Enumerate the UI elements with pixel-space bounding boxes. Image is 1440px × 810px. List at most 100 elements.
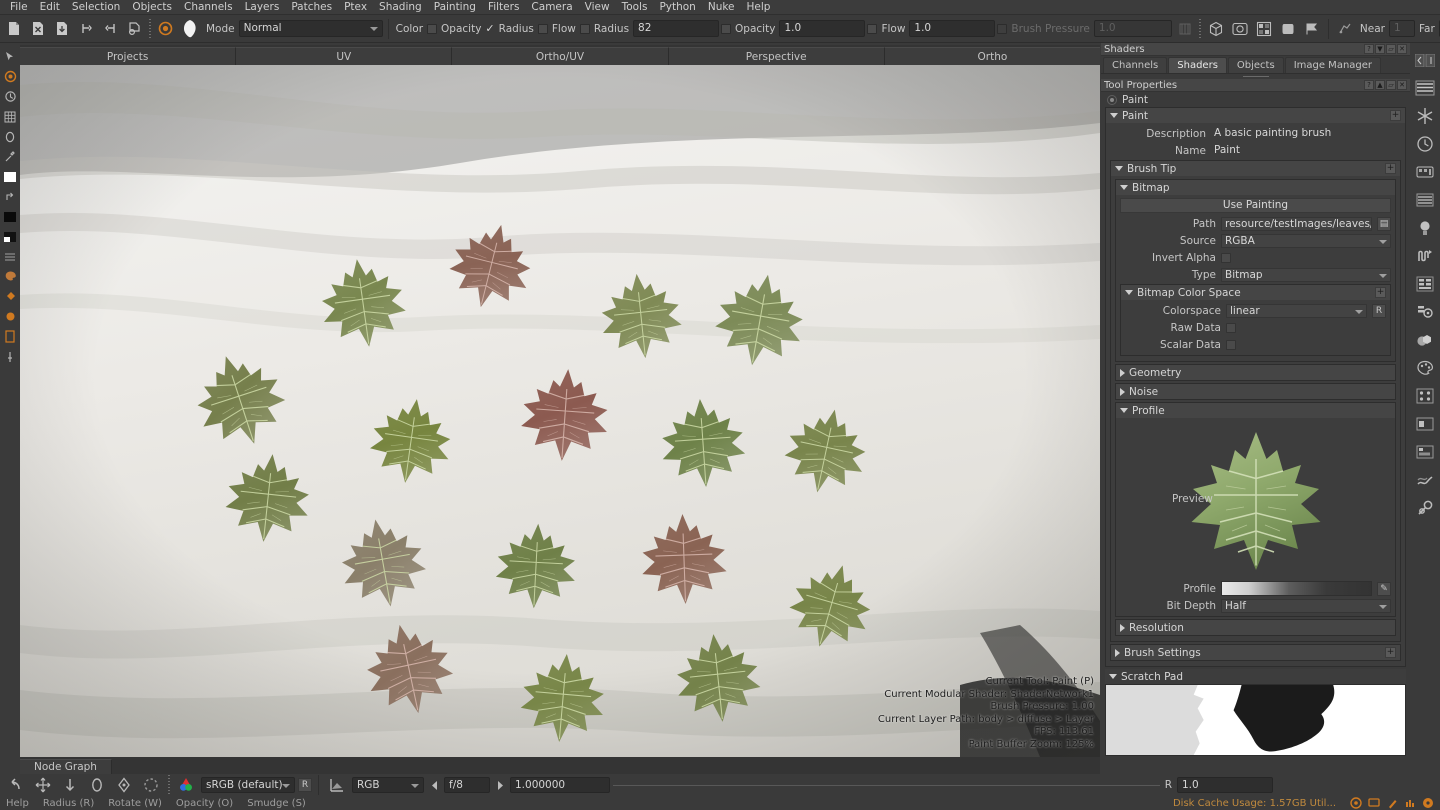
colorspace-reset-button[interactable]: R <box>298 778 312 792</box>
ellipse-tool-icon[interactable] <box>1 127 19 146</box>
colorspace-select[interactable]: sRGB (default) <box>201 777 295 793</box>
edit-profile-curve-icon[interactable]: ✎ <box>1377 581 1391 596</box>
profile-gradient-bar[interactable] <box>1221 581 1372 596</box>
new-project-icon[interactable] <box>3 18 25 40</box>
menu-item-file[interactable]: File <box>4 0 34 14</box>
paint-group-header[interactable]: Paint + <box>1106 108 1405 123</box>
undo-icon[interactable] <box>4 775 28 795</box>
close-icon[interactable]: ✕ <box>1397 80 1407 90</box>
pin-icon[interactable] <box>1 347 19 366</box>
dock-tab-objects[interactable]: Objects <box>1227 56 1284 73</box>
image-manager-icon[interactable] <box>1412 383 1438 409</box>
shader-ball-icon[interactable] <box>1277 18 1299 40</box>
close-icon[interactable]: ✕ <box>1397 44 1407 54</box>
profile-header[interactable]: Profile <box>1116 403 1395 418</box>
use-painting-button[interactable]: Use Painting <box>1120 198 1391 213</box>
paint-bucket-icon[interactable] <box>1 287 19 306</box>
disk-icon[interactable] <box>1422 797 1434 809</box>
toolbar-drag-handle[interactable] <box>147 18 152 39</box>
curve-icon[interactable] <box>325 775 349 795</box>
viewport-tab-ortho[interactable]: Ortho <box>884 47 1101 65</box>
opacity-input[interactable]: 1.0 <box>779 20 866 37</box>
cube-icon[interactable] <box>1205 18 1227 40</box>
eyedropper-tool-icon[interactable] <box>1 147 19 166</box>
active-tool-radio[interactable] <box>1107 94 1117 105</box>
r-channel-input[interactable]: 1.0 <box>1177 777 1273 793</box>
source-select[interactable]: RGBA <box>1221 233 1391 248</box>
colorspace-reset-button[interactable]: R <box>1372 303 1386 318</box>
toolbar-drag-handle-2[interactable] <box>1197 18 1203 39</box>
collapse-panels-icon[interactable] <box>1412 47 1438 73</box>
channel-select[interactable]: RGB <box>352 777 424 793</box>
project-settings-icon[interactable] <box>123 18 145 40</box>
lighting-icon[interactable] <box>1334 18 1356 40</box>
bitmap-header[interactable]: Bitmap <box>1116 180 1395 195</box>
gamma-slider[interactable] <box>613 777 1160 793</box>
palette-icon[interactable] <box>1 267 19 286</box>
help-icon[interactable]: ? <box>1364 44 1374 54</box>
perspective-viewport[interactable]: Current Tool: Paint (P) Current Modular S… <box>20 65 1100 757</box>
near-input[interactable]: 1 <box>1388 20 1415 37</box>
exposure-decrease-icon[interactable] <box>427 775 441 795</box>
history-icon[interactable] <box>1412 131 1438 157</box>
rotate-icon[interactable] <box>85 775 109 795</box>
mode-select[interactable]: Normal <box>238 20 383 37</box>
flow-field-checkbox[interactable] <box>867 23 878 34</box>
viewport-tab-uv[interactable]: UV <box>236 47 453 65</box>
float-panel-icon[interactable]: ▱ <box>1386 44 1396 54</box>
monitor-icon[interactable] <box>1368 797 1380 809</box>
tab-node-graph[interactable]: Node Graph <box>20 759 112 774</box>
save-project-icon[interactable] <box>51 18 73 40</box>
noise-header[interactable]: Noise <box>1116 384 1395 399</box>
cpu-icon[interactable] <box>1404 797 1416 809</box>
radius-field-checkbox[interactable] <box>579 23 590 34</box>
swap-colors-icon[interactable] <box>1 187 19 206</box>
list-palette-icon[interactable] <box>1412 187 1438 213</box>
color-palette-icon[interactable] <box>1412 355 1438 381</box>
add-icon[interactable]: + <box>1385 647 1396 658</box>
resolution-header[interactable]: Resolution <box>1116 620 1395 635</box>
menu-item-selection[interactable]: Selection <box>66 0 126 14</box>
bit-depth-select[interactable]: Half <box>1221 598 1391 613</box>
viewport-tab-ortho-uv[interactable]: Ortho/UV <box>452 47 669 65</box>
menu-item-filters[interactable]: Filters <box>482 0 525 14</box>
undo-project-icon[interactable] <box>75 18 97 40</box>
pan-icon[interactable] <box>31 775 55 795</box>
collapse-down-icon[interactable]: ▼ <box>1375 44 1385 54</box>
color-wheel-icon[interactable] <box>174 775 198 795</box>
menu-item-camera[interactable]: Camera <box>525 0 578 14</box>
dock-tab-channels[interactable]: Channels <box>1103 56 1168 73</box>
snowflake-icon[interactable] <box>1412 103 1438 129</box>
paint-tool-icon[interactable] <box>1 67 19 86</box>
menu-item-view[interactable]: View <box>579 0 616 14</box>
menu-item-python[interactable]: Python <box>653 0 701 14</box>
projectors-icon[interactable] <box>1412 159 1438 185</box>
exposure-input[interactable]: f/8 <box>444 777 490 793</box>
colorspace-select[interactable]: linear <box>1226 303 1367 318</box>
menu-item-help[interactable]: Help <box>741 0 777 14</box>
radius-input[interactable]: 82 <box>633 20 720 37</box>
opacity-toggle-checkbox[interactable] <box>427 23 438 34</box>
add-icon[interactable]: + <box>1390 110 1401 121</box>
bookmark-icon[interactable] <box>1 327 19 346</box>
menu-item-patches[interactable]: Patches <box>285 0 338 14</box>
clone-tool-icon[interactable] <box>1 87 19 106</box>
dock-tab-image-manager[interactable]: Image Manager <box>1284 56 1382 73</box>
flow-toggle-checkbox[interactable] <box>537 23 548 34</box>
add-icon[interactable]: + <box>1375 287 1386 298</box>
float-panel-icon[interactable]: ▱ <box>1386 80 1396 90</box>
cache-icon[interactable] <box>1350 797 1362 809</box>
menu-item-painting[interactable]: Painting <box>428 0 482 14</box>
channels-icon[interactable] <box>1412 271 1438 297</box>
add-icon[interactable]: + <box>1385 163 1396 174</box>
flow-input[interactable]: 1.0 <box>909 20 996 37</box>
stack-icon[interactable] <box>1 247 19 266</box>
checker-icon[interactable] <box>1253 18 1275 40</box>
scratch-pad-canvas[interactable] <box>1105 684 1406 756</box>
foreground-color-swatch[interactable] <box>1 167 19 186</box>
select-tool-icon[interactable] <box>1 47 19 66</box>
background-color-swatch[interactable] <box>1 207 19 226</box>
scalar-data-checkbox[interactable] <box>1226 339 1236 350</box>
raw-data-checkbox[interactable] <box>1226 322 1236 333</box>
exposure-increase-icon[interactable] <box>493 775 507 795</box>
